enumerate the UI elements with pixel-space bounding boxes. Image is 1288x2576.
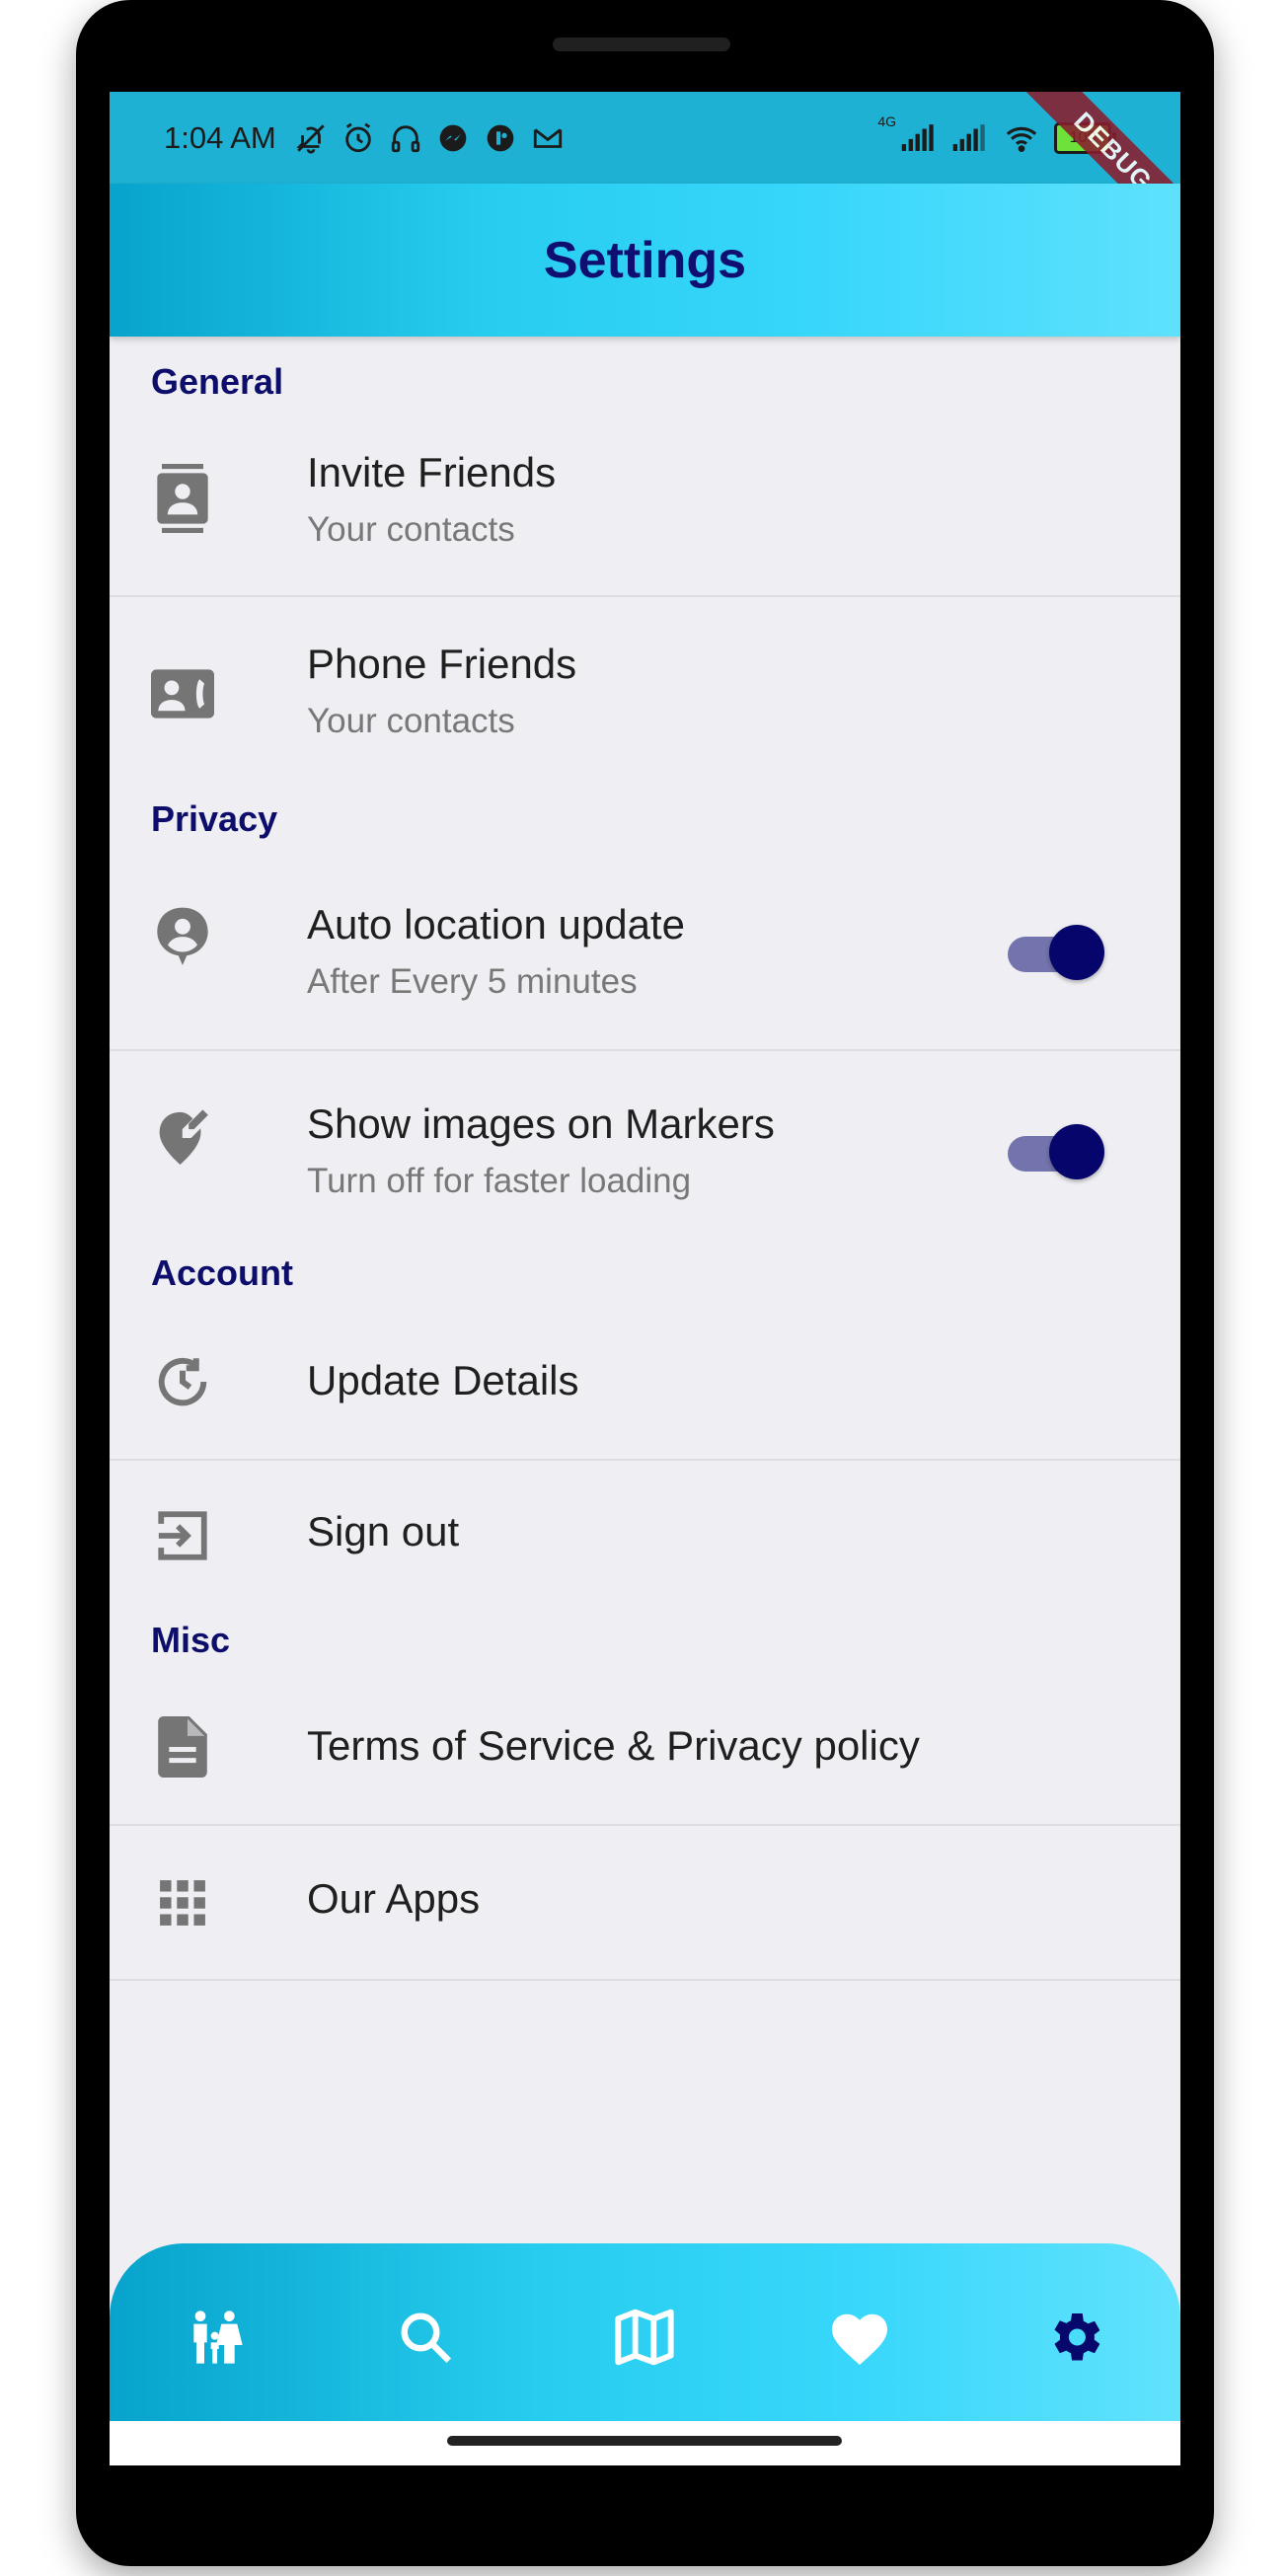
nav-map-icon[interactable] (605, 2298, 684, 2377)
section-privacy: Privacy (151, 798, 278, 839)
exit-to-app-icon (151, 1504, 214, 1567)
page-title: Settings (543, 231, 747, 289)
settings-item-auto-location[interactable]: Auto location update After Every 5 minut… (110, 852, 1180, 1051)
app-icon (482, 119, 519, 157)
toggle-thumb (1049, 925, 1104, 980)
phone-friends-title: Phone Friends (307, 641, 577, 687)
phone-speaker (553, 38, 730, 51)
invite-friends-title: Invite Friends (307, 449, 557, 495)
contact-phone-icon (151, 662, 214, 725)
settings-item-our-apps[interactable]: Our Apps (110, 1826, 1180, 1981)
show-images-title: Show images on Markers (307, 1100, 775, 1147)
bottom-navigation (110, 2243, 1180, 2421)
app-screen: 1:04 AM 4G DEBUG Settings General Invite… (110, 92, 1180, 2465)
our-apps-title: Our Apps (307, 1875, 481, 1922)
show-images-subtitle: Turn off for faster loading (307, 1162, 692, 1200)
section-misc: Misc (151, 1620, 231, 1660)
apps-grid-icon (151, 1871, 214, 1934)
person-pin-icon (151, 906, 214, 969)
phone-frame: 1:04 AM 4G DEBUG Settings General Invite… (76, 0, 1214, 2566)
section-general: General (151, 361, 284, 402)
terms-title: Terms of Service & Privacy policy (307, 1722, 920, 1769)
nav-heart-icon[interactable] (820, 2298, 899, 2377)
auto-location-title: Auto location update (307, 901, 685, 947)
nav-search-icon[interactable] (386, 2298, 465, 2377)
notifications-off-icon (292, 119, 330, 157)
settings-item-update-details[interactable]: Update Details (110, 1306, 1180, 1461)
auto-location-toggle[interactable] (1008, 921, 1108, 980)
contacts-icon (151, 464, 214, 533)
history-icon (151, 1350, 214, 1413)
section-account: Account (151, 1252, 293, 1293)
auto-location-subtitle: After Every 5 minutes (307, 962, 638, 1001)
headset-icon (387, 119, 424, 157)
nav-settings-icon[interactable] (1035, 2298, 1114, 2377)
document-icon (151, 1715, 214, 1779)
settings-item-show-images[interactable]: Show images on Markers Turn off for fast… (110, 1051, 1180, 1249)
alarm-icon (340, 119, 377, 157)
home-indicator[interactable] (447, 2436, 842, 2446)
status-bar: 1:04 AM 4G DEBUG (110, 92, 1180, 257)
nav-family-icon[interactable] (177, 2298, 256, 2377)
settings-item-sign-out[interactable]: Sign out (110, 1461, 1180, 1609)
edit-location-icon (151, 1102, 214, 1166)
invite-friends-subtitle: Your contacts (307, 510, 515, 549)
settings-item-phone-friends[interactable]: Phone Friends Your contacts (110, 597, 1180, 785)
phone-friends-subtitle: Your contacts (307, 702, 515, 740)
signal-icon-2 (951, 119, 989, 157)
settings-item-terms[interactable]: Terms of Service & Privacy policy (110, 1671, 1180, 1826)
sign-out-title: Sign out (307, 1508, 460, 1554)
status-left: 1:04 AM (164, 92, 567, 184)
wifi-icon (1003, 119, 1040, 157)
toggle-thumb (1049, 1124, 1104, 1179)
signal-icon (900, 119, 938, 157)
gmail-icon (529, 119, 567, 157)
update-details-title: Update Details (307, 1357, 579, 1403)
show-images-toggle[interactable] (1008, 1120, 1108, 1179)
app-bar: Settings (110, 184, 1180, 337)
messenger-icon (434, 119, 472, 157)
status-time: 1:04 AM (164, 119, 276, 155)
settings-item-invite-friends[interactable]: Invite Friends Your contacts (110, 408, 1180, 597)
network-label: 4G (877, 114, 896, 129)
